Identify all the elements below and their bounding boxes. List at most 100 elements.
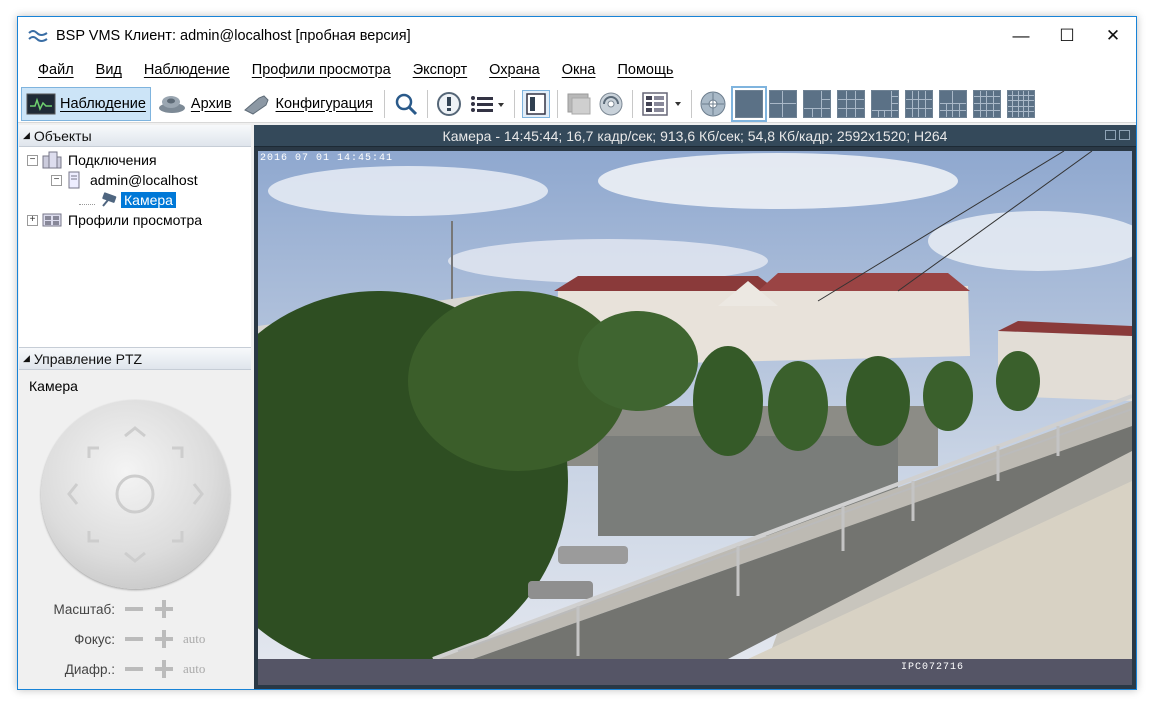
tree-node-server[interactable]: − admin@localhost bbox=[51, 170, 198, 190]
window-title: BSP VMS Клиент: admin@localhost [пробная… bbox=[56, 27, 411, 44]
refresh-disc-button[interactable] bbox=[597, 90, 625, 118]
toolbar-separator bbox=[690, 89, 692, 118]
ptz-panel-title: Управление PTZ bbox=[33, 350, 143, 367]
zoom-out-button[interactable] bbox=[123, 598, 145, 620]
alert-icon bbox=[436, 91, 461, 116]
video-stats: Камера - 14:45:44; 16,7 кадр/сек; 913,6 … bbox=[442, 127, 948, 144]
menu-windows[interactable]: Окна bbox=[551, 62, 607, 78]
zoom-label: Масштаб: bbox=[53, 601, 115, 617]
layout-1plus5-button[interactable] bbox=[802, 89, 831, 118]
menu-bar: Файл Вид Наблюдение Профили просмотра Эк… bbox=[18, 54, 1136, 85]
config-label: Конфигурация bbox=[275, 95, 373, 112]
menu-surveillance[interactable]: Наблюдение bbox=[133, 62, 241, 78]
focus-plus-button[interactable] bbox=[153, 628, 175, 650]
app-icon bbox=[28, 29, 48, 42]
list-icon bbox=[470, 95, 504, 112]
close-button[interactable]: ✕ bbox=[1090, 17, 1136, 54]
list-button[interactable] bbox=[467, 90, 507, 118]
toolbar-separator bbox=[513, 89, 515, 118]
toolbar-separator bbox=[631, 89, 633, 118]
single-view-icon bbox=[526, 92, 546, 115]
layout-menu-button[interactable] bbox=[640, 90, 684, 118]
iris-label: Диафр.: bbox=[64, 661, 115, 677]
surveillance-button[interactable]: Наблюдение bbox=[21, 86, 151, 121]
tree-node-camera[interactable]: Камера bbox=[79, 190, 176, 210]
object-tree: − Подключения − admin@localhost Камера +… bbox=[19, 147, 251, 347]
config-button[interactable]: Конфигурация bbox=[238, 87, 377, 121]
connections-icon bbox=[42, 151, 62, 169]
focus-minus-button[interactable] bbox=[123, 628, 145, 650]
disabled-view-icon bbox=[567, 93, 591, 114]
archive-button[interactable]: Архив bbox=[153, 87, 236, 121]
menu-view[interactable]: Вид bbox=[85, 62, 133, 78]
iris-plus-button[interactable] bbox=[153, 658, 175, 680]
layout-2plus8-button[interactable] bbox=[938, 89, 967, 118]
iris-auto-button[interactable]: auto bbox=[183, 661, 205, 677]
tree-node-profiles[interactable]: + Профили просмотра bbox=[27, 210, 202, 230]
tree-label-profiles: Профили просмотра bbox=[68, 212, 203, 228]
toolbar-separator bbox=[383, 89, 385, 118]
tree-connector bbox=[79, 195, 95, 205]
single-view-button[interactable] bbox=[521, 89, 550, 118]
search-button[interactable] bbox=[392, 90, 420, 118]
layout-3x4-button[interactable] bbox=[904, 89, 933, 118]
layout-3x3-button[interactable] bbox=[836, 89, 865, 118]
layout-1x1-button[interactable] bbox=[730, 85, 767, 122]
iris-minus-button[interactable] bbox=[123, 658, 145, 680]
video-header: Камера - 14:45:44; 16,7 кадр/сек; 913,6 … bbox=[254, 125, 1136, 147]
focus-auto-button[interactable]: auto bbox=[183, 631, 205, 647]
ptz-joystick[interactable] bbox=[41, 400, 230, 589]
app-window: BSP VMS Клиент: admin@localhost [пробная… bbox=[17, 16, 1148, 690]
camera-video-frame[interactable]: 2016 07 01 14:45:41 IPC072716 bbox=[188, 150, 1148, 685]
archive-icon bbox=[158, 95, 185, 113]
collapse-toggle-icon[interactable]: − bbox=[27, 154, 38, 166]
video-camera-id-overlay: IPC072716 bbox=[900, 662, 964, 673]
layout-2x2-button[interactable] bbox=[768, 89, 797, 118]
ptz-panel-header[interactable]: ◢ Управление PTZ bbox=[19, 348, 251, 370]
tree-node-connections[interactable]: − Подключения bbox=[27, 150, 157, 170]
zoom-in-button[interactable] bbox=[153, 598, 175, 620]
iris-row: Диафр.: auto bbox=[19, 658, 251, 680]
restore-pane-icon[interactable] bbox=[1105, 130, 1116, 140]
objects-panel-title: Объекты bbox=[33, 127, 92, 144]
title-bar: BSP VMS Клиент: admin@localhost [пробная… bbox=[18, 17, 1136, 54]
layout-1plus7-button[interactable] bbox=[870, 89, 899, 118]
profiles-icon bbox=[42, 213, 62, 227]
search-icon bbox=[395, 93, 417, 115]
maximize-button[interactable]: ☐ bbox=[1044, 17, 1090, 54]
globe-disc-button[interactable] bbox=[699, 90, 727, 118]
video-timestamp-overlay: 2016 07 01 14:45:41 bbox=[260, 153, 394, 164]
collapse-triangle-icon[interactable]: ◢ bbox=[23, 130, 30, 141]
disabled-view-button[interactable] bbox=[565, 90, 593, 118]
menu-export[interactable]: Экспорт bbox=[402, 62, 478, 78]
maximize-pane-icon[interactable] bbox=[1119, 130, 1130, 140]
toolbar-separator bbox=[426, 89, 428, 118]
server-icon bbox=[68, 171, 80, 189]
layout-menu-icon bbox=[642, 91, 681, 116]
globe-disc-icon bbox=[700, 91, 726, 116]
focus-row: Фокус: auto bbox=[19, 628, 251, 650]
menu-security[interactable]: Охрана bbox=[478, 62, 551, 78]
collapse-toggle-icon[interactable]: − bbox=[51, 174, 62, 186]
toolbar: Наблюдение Архив Конфигурация bbox=[18, 85, 1136, 123]
minimize-button[interactable]: — bbox=[998, 17, 1044, 54]
alert-button[interactable] bbox=[435, 90, 463, 118]
layout-4x4-button[interactable] bbox=[972, 89, 1001, 118]
menu-file[interactable]: Файл bbox=[27, 62, 85, 78]
expand-toggle-icon[interactable]: + bbox=[27, 214, 38, 226]
focus-label: Фокус: bbox=[74, 631, 115, 647]
tree-label-connections: Подключения bbox=[68, 152, 157, 168]
camera-icon bbox=[102, 192, 117, 207]
menu-help[interactable]: Помощь bbox=[606, 62, 684, 78]
tree-label-server: admin@localhost bbox=[90, 172, 198, 188]
surveillance-label: Наблюдение bbox=[60, 95, 146, 112]
camera-scene-image bbox=[188, 150, 1148, 671]
toolbar-separator bbox=[556, 89, 558, 118]
ptz-panel: ◢ Управление PTZ Камера Масштаб: Фокус: … bbox=[19, 347, 251, 689]
layout-5x5-button[interactable] bbox=[1006, 89, 1035, 118]
menu-view-profiles[interactable]: Профили просмотра bbox=[241, 62, 402, 78]
left-panel: ◢ Объекты − Подключения − admin@localhost… bbox=[19, 125, 251, 689]
ptz-camera-label: Камера bbox=[29, 378, 78, 394]
collapse-triangle-icon[interactable]: ◢ bbox=[23, 353, 30, 364]
objects-panel-header[interactable]: ◢ Объекты bbox=[19, 125, 251, 147]
